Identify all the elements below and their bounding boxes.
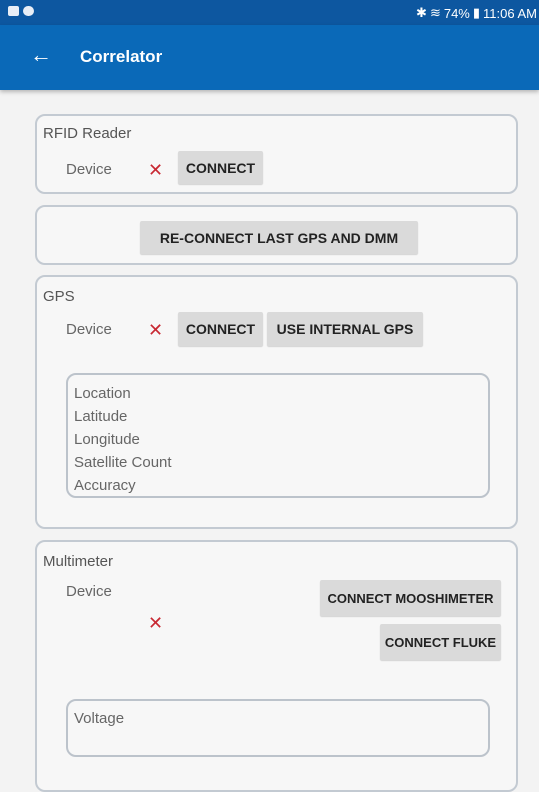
rfid-reader-title: RFID Reader: [43, 125, 132, 142]
rfid-connect-button[interactable]: CONNECT: [178, 151, 263, 184]
gps-card: GPS Device ✕ CONNECT USE INTERNAL GPS Lo…: [35, 275, 518, 529]
gps-latitude-label: Latitude: [74, 408, 128, 425]
gps-info-box: Location Latitude Longitude Satellite Co…: [66, 373, 490, 498]
voltage-label: Voltage: [74, 710, 125, 727]
voltage-box: Voltage: [66, 699, 490, 757]
connect-fluke-button[interactable]: CONNECT FLUKE: [380, 624, 501, 660]
gps-disconnected-icon: ✕: [148, 320, 164, 340]
battery-level: 74%: [443, 5, 470, 21]
reconnect-card: RE-CONNECT LAST GPS AND DMM: [35, 205, 518, 265]
multimeter-disconnected-icon: ✕: [148, 613, 164, 633]
image-notification-icon: [8, 6, 19, 16]
wifi-icon: ≋: [429, 5, 441, 20]
gps-location-label: Location: [74, 385, 131, 402]
bluetooth-icon: ✱: [416, 5, 427, 20]
clock: 11:06 AM: [483, 5, 537, 21]
reconnect-last-button[interactable]: RE-CONNECT LAST GPS AND DMM: [140, 221, 418, 254]
gps-connect-button[interactable]: CONNECT: [178, 312, 263, 346]
gps-satellite-count-label: Satellite Count: [74, 454, 172, 471]
rfid-disconnected-icon: ✕: [148, 160, 164, 180]
back-arrow-icon[interactable]: ←: [30, 43, 52, 67]
multimeter-card: Multimeter Device ✕ CONNECT MOOSHIMETER …: [35, 540, 518, 792]
notification-icons: [8, 6, 34, 16]
app-bar: ← Correlator: [0, 25, 539, 90]
status-indicators: ✱ ≋ 74% ▮ 11:06 AM: [416, 5, 537, 21]
page-title: Correlator: [80, 47, 163, 66]
gps-accuracy-label: Accuracy: [74, 477, 136, 494]
gps-longitude-label: Longitude: [74, 431, 140, 448]
multimeter-device-label: Device: [66, 583, 112, 600]
rfid-device-label: Device: [66, 161, 112, 178]
app-notification-icon: [23, 6, 34, 16]
use-internal-gps-button[interactable]: USE INTERNAL GPS: [267, 312, 423, 346]
rfid-reader-card: RFID Reader Device ✕ CONNECT: [35, 114, 518, 194]
gps-title: GPS: [43, 288, 75, 305]
status-bar: ✱ ≋ 74% ▮ 11:06 AM: [0, 0, 539, 25]
battery-icon: ▮: [472, 5, 481, 20]
connect-mooshimeter-button[interactable]: CONNECT MOOSHIMETER: [320, 580, 501, 616]
gps-device-label: Device: [66, 321, 112, 338]
multimeter-title: Multimeter: [43, 553, 114, 570]
